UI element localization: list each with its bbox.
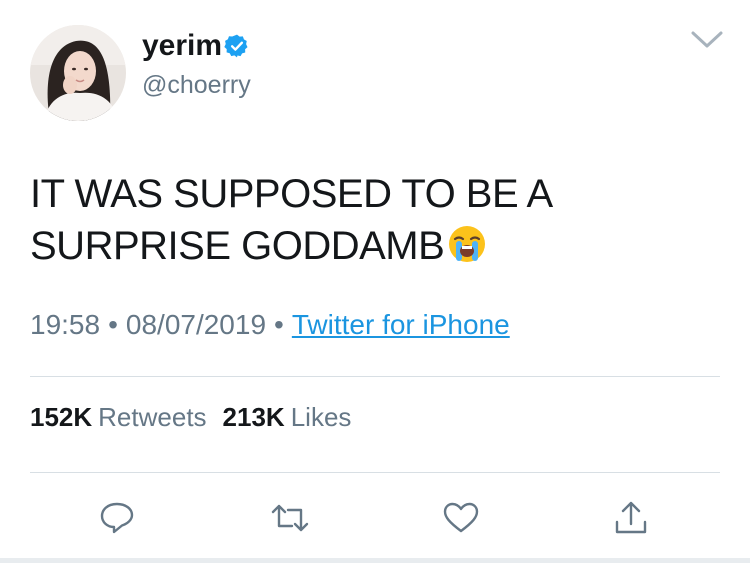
separator-dot: •: [274, 309, 284, 340]
bottom-edge: [0, 558, 750, 563]
separator-dot: •: [108, 309, 118, 340]
tweet-text-line-2: SURPRISE GODDAMB: [30, 220, 710, 272]
avatar[interactable]: [30, 25, 126, 121]
tweet-text-line-1: IT WAS SUPPOSED TO BE A: [30, 172, 553, 216]
tweet-source-link[interactable]: Twitter for iPhone: [292, 309, 510, 340]
likes-count: 213K: [222, 402, 285, 432]
user-handle[interactable]: @choerry: [142, 70, 251, 100]
retweets-count: 152K: [30, 402, 93, 432]
verified-badge-icon: [224, 33, 250, 59]
tweet-text-line-2-text: SURPRISE GODDAMB: [30, 224, 445, 268]
tweet-date[interactable]: 08/07/2019: [126, 309, 266, 340]
display-name[interactable]: yerim: [142, 28, 222, 64]
tweet-text: IT WAS SUPPOSED TO BE A SURPRISE GODDAMB: [30, 168, 710, 272]
profile-photo: [30, 25, 126, 121]
reply-icon: [100, 502, 134, 534]
loudly-crying-face-icon: [446, 223, 488, 265]
retweets-stat[interactable]: 152K Retweets: [30, 402, 207, 432]
like-icon: [443, 502, 479, 533]
retweets-label: Retweets: [98, 402, 207, 432]
reply-button[interactable]: [97, 500, 137, 536]
share-icon: [615, 501, 647, 534]
tweet-meta: 19:58 • 08/07/2019 • Twitter for iPhone: [30, 305, 510, 345]
like-button[interactable]: [441, 500, 481, 536]
share-button[interactable]: [611, 500, 651, 536]
retweet-button[interactable]: [270, 500, 310, 536]
likes-stat[interactable]: 213K Likes: [223, 402, 352, 432]
tweet-stats: 152K Retweets 213K Likes: [30, 400, 351, 434]
retweet-icon: [271, 504, 309, 532]
divider: [30, 472, 720, 473]
likes-label: Likes: [290, 402, 352, 432]
divider: [30, 376, 720, 377]
chevron-down-icon[interactable]: [690, 30, 724, 50]
tweet-time: 19:58: [30, 309, 101, 340]
